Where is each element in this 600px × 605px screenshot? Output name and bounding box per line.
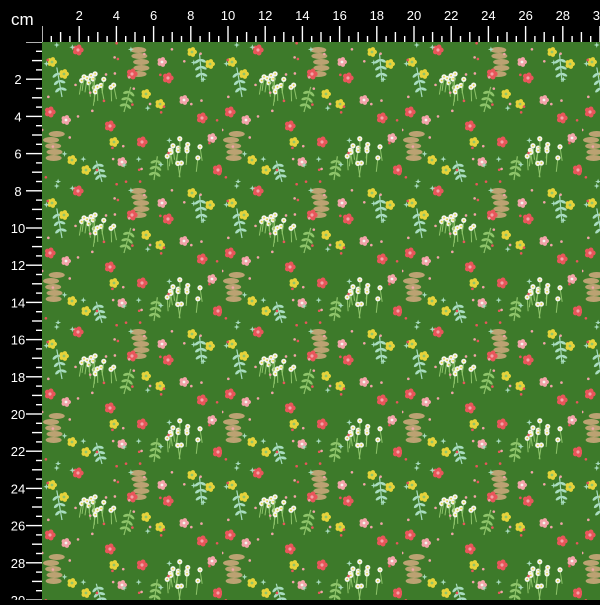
ruler-top-label: 20 <box>407 8 421 23</box>
ruler-unit-label: cm <box>11 10 34 29</box>
ruler-top-label: 4 <box>113 8 120 23</box>
ruler-left-label: 24 <box>11 481 25 496</box>
ruler-top: 24681012141618202224262830 <box>41 0 600 42</box>
ruler-top-label: 6 <box>150 8 157 23</box>
ruler-left-ticks: 24681012141618202224262830 <box>11 41 42 605</box>
ruler-left-label: 20 <box>11 407 25 422</box>
ruler-top-label: 24 <box>481 8 495 23</box>
ruler-left-label: 16 <box>11 333 25 348</box>
ruler-corner: cm <box>0 0 42 42</box>
ruler-left-label: 28 <box>11 556 25 571</box>
ruler-top-label: 12 <box>258 8 272 23</box>
ruler-top-label: 8 <box>187 8 194 23</box>
ruler-top-label: 10 <box>221 8 235 23</box>
ruler-left-label: 14 <box>11 295 25 310</box>
ruler-left-label: 8 <box>14 184 21 199</box>
ruler-left-label: 12 <box>11 258 25 273</box>
ruler-top-label: 2 <box>76 8 83 23</box>
fabric-motifs <box>42 42 600 600</box>
ruler-top-ticks: 24681012141618202224262830 <box>41 8 600 42</box>
ruler-left-label: 22 <box>11 444 25 459</box>
ruler-top-label: 18 <box>370 8 384 23</box>
fabric-swatch <box>42 42 600 600</box>
ruler-top-label: 14 <box>295 8 309 23</box>
ruler-left-label: 26 <box>11 519 25 534</box>
ruler-left-label: 6 <box>14 147 21 162</box>
ruler-top-label: 26 <box>518 8 532 23</box>
ruler-top-label: 28 <box>556 8 570 23</box>
floral-pattern <box>42 42 600 600</box>
ruler-top-label: 22 <box>444 8 458 23</box>
ruler-left-label: 18 <box>11 370 25 385</box>
ruler-left: 24681012141618202224262830 <box>0 41 42 605</box>
ruler-left-label: 30 <box>11 593 25 600</box>
ruler-left-label: 10 <box>11 221 25 236</box>
ruler-left-label: 4 <box>14 109 21 124</box>
ruler-top-label: 16 <box>332 8 346 23</box>
ruler-top-label: 30 <box>593 8 600 23</box>
ruler-left-label: 2 <box>14 72 21 87</box>
